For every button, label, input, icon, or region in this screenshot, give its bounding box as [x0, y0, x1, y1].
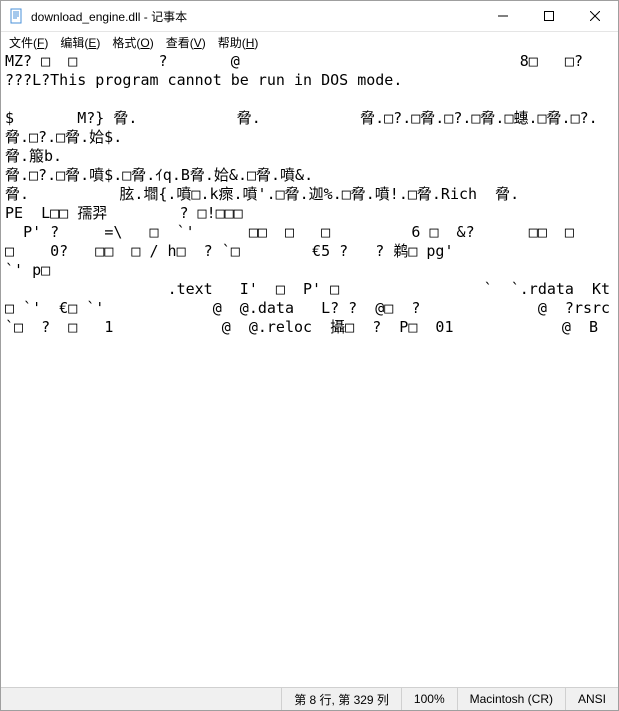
menu-help[interactable]: 帮助(H) — [212, 33, 265, 52]
title-bar: download_engine.dll - 记事本 — [1, 1, 618, 32]
minimize-button[interactable] — [480, 1, 526, 31]
status-encoding: ANSI — [565, 688, 618, 710]
status-line-ending: Macintosh (CR) — [457, 688, 565, 710]
window-controls — [480, 1, 618, 31]
menu-view[interactable]: 查看(V) — [160, 33, 212, 52]
text-area[interactable]: MZ? □ □ ? @ 8□ □? ???L?This program cann… — [1, 52, 618, 687]
status-bar: 第 8 行, 第 329 列 100% Macintosh (CR) ANSI — [1, 687, 618, 710]
window-title: download_engine.dll - 记事本 — [31, 8, 480, 25]
notepad-window: download_engine.dll - 记事本 文件(F) 编辑(E) 格式… — [0, 0, 619, 711]
menu-file[interactable]: 文件(F) — [3, 33, 54, 52]
status-zoom: 100% — [401, 688, 457, 710]
menu-format[interactable]: 格式(O) — [106, 33, 159, 52]
status-position: 第 8 行, 第 329 列 — [281, 688, 401, 710]
maximize-button[interactable] — [526, 1, 572, 31]
menu-bar: 文件(F) 编辑(E) 格式(O) 查看(V) 帮助(H) — [1, 32, 618, 52]
notepad-icon — [9, 8, 25, 24]
close-button[interactable] — [572, 1, 618, 31]
menu-edit[interactable]: 编辑(E) — [54, 33, 106, 52]
